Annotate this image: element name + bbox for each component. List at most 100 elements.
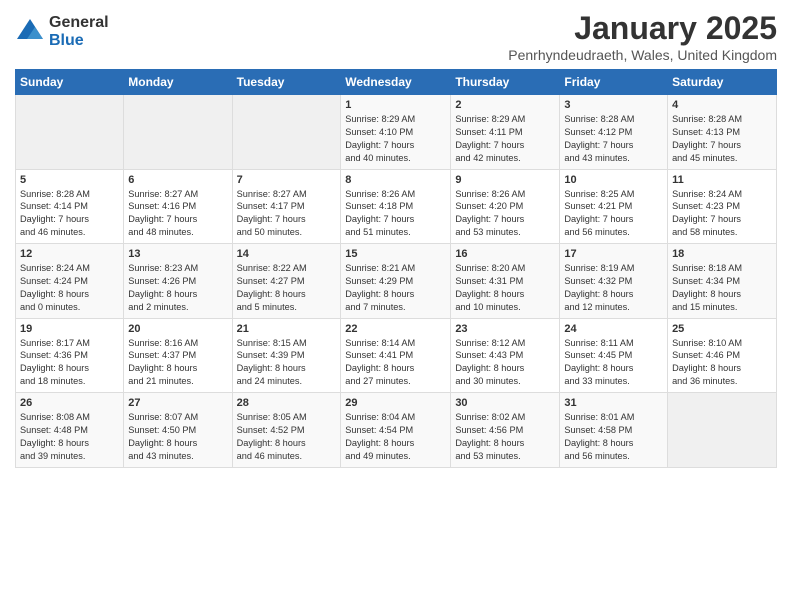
day-number: 21 xyxy=(237,323,337,335)
day-info: Sunrise: 8:10 AM Sunset: 4:46 PM Dayligh… xyxy=(672,337,772,389)
day-number: 12 xyxy=(20,248,119,260)
day-number: 2 xyxy=(455,99,555,111)
calendar-cell: 2 Sunrise: 8:29 AM Sunset: 4:11 PM Daylig… xyxy=(451,95,560,170)
header: General Blue January 2025 Penrhyndeudrae… xyxy=(15,10,777,63)
day-info: Sunrise: 8:22 AM Sunset: 4:27 PM Dayligh… xyxy=(237,262,337,314)
day-number: 31 xyxy=(564,397,663,409)
day-number: 5 xyxy=(20,174,119,186)
day-info: Sunrise: 8:18 AM Sunset: 4:34 PM Dayligh… xyxy=(672,262,772,314)
calendar-cell: 22 Sunrise: 8:14 AM Sunset: 4:41 PM Dayli… xyxy=(341,318,451,393)
day-number: 20 xyxy=(128,323,227,335)
calendar-cell: 14 Sunrise: 8:22 AM Sunset: 4:27 PM Dayli… xyxy=(232,244,341,319)
calendar-cell xyxy=(124,95,232,170)
calendar-cell: 12 Sunrise: 8:24 AM Sunset: 4:24 PM Dayli… xyxy=(16,244,124,319)
calendar-cell: 31 Sunrise: 8:01 AM Sunset: 4:58 PM Dayli… xyxy=(560,393,668,468)
day-info: Sunrise: 8:28 AM Sunset: 4:14 PM Dayligh… xyxy=(20,188,119,240)
month-title: January 2025 xyxy=(508,10,777,47)
calendar-cell: 30 Sunrise: 8:02 AM Sunset: 4:56 PM Dayli… xyxy=(451,393,560,468)
day-info: Sunrise: 8:23 AM Sunset: 4:26 PM Dayligh… xyxy=(128,262,227,314)
calendar-cell: 27Sunrise: 8:07 AM Sunset: 4:50 PM Dayli… xyxy=(124,393,232,468)
title-block: January 2025 Penrhyndeudraeth, Wales, Un… xyxy=(508,10,777,63)
day-info: Sunrise: 8:15 AM Sunset: 4:39 PM Dayligh… xyxy=(237,337,337,389)
calendar-body: 1Sunrise: 8:29 AM Sunset: 4:10 PM Daylig… xyxy=(16,95,777,468)
day-number: 4 xyxy=(672,99,772,111)
calendar-cell: 16 Sunrise: 8:20 AM Sunset: 4:31 PM Dayli… xyxy=(451,244,560,319)
calendar-cell: 24 Sunrise: 8:11 AM Sunset: 4:45 PM Dayli… xyxy=(560,318,668,393)
calendar-cell: 8Sunrise: 8:26 AM Sunset: 4:18 PM Daylig… xyxy=(341,169,451,244)
calendar-cell: 17Sunrise: 8:19 AM Sunset: 4:32 PM Dayli… xyxy=(560,244,668,319)
calendar-cell: 9 Sunrise: 8:26 AM Sunset: 4:20 PM Daylig… xyxy=(451,169,560,244)
day-info: Sunrise: 8:21 AM Sunset: 4:29 PM Dayligh… xyxy=(345,262,446,314)
day-number: 30 xyxy=(455,397,555,409)
logo-general-text: General xyxy=(49,14,109,32)
calendar-week-2: 12 Sunrise: 8:24 AM Sunset: 4:24 PM Dayli… xyxy=(16,244,777,319)
calendar-week-3: 19Sunrise: 8:17 AM Sunset: 4:36 PM Dayli… xyxy=(16,318,777,393)
calendar-cell: 19Sunrise: 8:17 AM Sunset: 4:36 PM Dayli… xyxy=(16,318,124,393)
weekday-friday: Friday xyxy=(560,70,668,95)
day-number: 1 xyxy=(345,99,446,111)
calendar-cell: 6 Sunrise: 8:27 AM Sunset: 4:16 PM Daylig… xyxy=(124,169,232,244)
day-number: 24 xyxy=(564,323,663,335)
day-number: 14 xyxy=(237,248,337,260)
calendar-week-4: 26Sunrise: 8:08 AM Sunset: 4:48 PM Dayli… xyxy=(16,393,777,468)
day-info: Sunrise: 8:14 AM Sunset: 4:41 PM Dayligh… xyxy=(345,337,446,389)
day-info: Sunrise: 8:01 AM Sunset: 4:58 PM Dayligh… xyxy=(564,411,663,463)
weekday-wednesday: Wednesday xyxy=(341,70,451,95)
location-subtitle: Penrhyndeudraeth, Wales, United Kingdom xyxy=(508,47,777,63)
calendar-cell: 25Sunrise: 8:10 AM Sunset: 4:46 PM Dayli… xyxy=(668,318,777,393)
day-number: 6 xyxy=(128,174,227,186)
calendar-cell xyxy=(16,95,124,170)
weekday-thursday: Thursday xyxy=(451,70,560,95)
day-number: 23 xyxy=(455,323,555,335)
calendar-week-0: 1Sunrise: 8:29 AM Sunset: 4:10 PM Daylig… xyxy=(16,95,777,170)
weekday-saturday: Saturday xyxy=(668,70,777,95)
day-number: 7 xyxy=(237,174,337,186)
day-number: 16 xyxy=(455,248,555,260)
day-info: Sunrise: 8:24 AM Sunset: 4:24 PM Dayligh… xyxy=(20,262,119,314)
page: General Blue January 2025 Penrhyndeudrae… xyxy=(0,0,792,612)
day-info: Sunrise: 8:11 AM Sunset: 4:45 PM Dayligh… xyxy=(564,337,663,389)
day-number: 9 xyxy=(455,174,555,186)
logo: General Blue xyxy=(15,14,109,49)
calendar-cell: 15 Sunrise: 8:21 AM Sunset: 4:29 PM Dayli… xyxy=(341,244,451,319)
day-number: 28 xyxy=(237,397,337,409)
day-number: 3 xyxy=(564,99,663,111)
calendar-header: Sunday Monday Tuesday Wednesday Thursday… xyxy=(16,70,777,95)
logo-blue-text: Blue xyxy=(49,32,109,50)
weekday-row: Sunday Monday Tuesday Wednesday Thursday… xyxy=(16,70,777,95)
logo-text: General Blue xyxy=(49,14,109,49)
calendar-cell: 4Sunrise: 8:28 AM Sunset: 4:13 PM Daylig… xyxy=(668,95,777,170)
day-info: Sunrise: 8:29 AM Sunset: 4:11 PM Dayligh… xyxy=(455,113,555,165)
calendar-cell: 13 Sunrise: 8:23 AM Sunset: 4:26 PM Dayli… xyxy=(124,244,232,319)
calendar-cell: 5 Sunrise: 8:28 AM Sunset: 4:14 PM Daylig… xyxy=(16,169,124,244)
calendar-cell: 18 Sunrise: 8:18 AM Sunset: 4:34 PM Dayli… xyxy=(668,244,777,319)
day-info: Sunrise: 8:08 AM Sunset: 4:48 PM Dayligh… xyxy=(20,411,119,463)
calendar-cell: 28 Sunrise: 8:05 AM Sunset: 4:52 PM Dayli… xyxy=(232,393,341,468)
day-number: 10 xyxy=(564,174,663,186)
calendar-cell: 1Sunrise: 8:29 AM Sunset: 4:10 PM Daylig… xyxy=(341,95,451,170)
weekday-sunday: Sunday xyxy=(16,70,124,95)
calendar-table: Sunday Monday Tuesday Wednesday Thursday… xyxy=(15,69,777,468)
day-number: 22 xyxy=(345,323,446,335)
day-number: 29 xyxy=(345,397,446,409)
day-number: 11 xyxy=(672,174,772,186)
day-number: 27 xyxy=(128,397,227,409)
day-number: 18 xyxy=(672,248,772,260)
calendar-cell: 3Sunrise: 8:28 AM Sunset: 4:12 PM Daylig… xyxy=(560,95,668,170)
day-info: Sunrise: 8:05 AM Sunset: 4:52 PM Dayligh… xyxy=(237,411,337,463)
day-info: Sunrise: 8:26 AM Sunset: 4:20 PM Dayligh… xyxy=(455,188,555,240)
calendar-cell: 11Sunrise: 8:24 AM Sunset: 4:23 PM Dayli… xyxy=(668,169,777,244)
day-number: 8 xyxy=(345,174,446,186)
calendar-cell xyxy=(668,393,777,468)
day-info: Sunrise: 8:04 AM Sunset: 4:54 PM Dayligh… xyxy=(345,411,446,463)
day-number: 15 xyxy=(345,248,446,260)
weekday-tuesday: Tuesday xyxy=(232,70,341,95)
day-info: Sunrise: 8:27 AM Sunset: 4:17 PM Dayligh… xyxy=(237,188,337,240)
day-info: Sunrise: 8:20 AM Sunset: 4:31 PM Dayligh… xyxy=(455,262,555,314)
day-info: Sunrise: 8:27 AM Sunset: 4:16 PM Dayligh… xyxy=(128,188,227,240)
calendar-cell: 23Sunrise: 8:12 AM Sunset: 4:43 PM Dayli… xyxy=(451,318,560,393)
day-number: 17 xyxy=(564,248,663,260)
day-number: 13 xyxy=(128,248,227,260)
day-info: Sunrise: 8:02 AM Sunset: 4:56 PM Dayligh… xyxy=(455,411,555,463)
calendar-cell: 20Sunrise: 8:16 AM Sunset: 4:37 PM Dayli… xyxy=(124,318,232,393)
